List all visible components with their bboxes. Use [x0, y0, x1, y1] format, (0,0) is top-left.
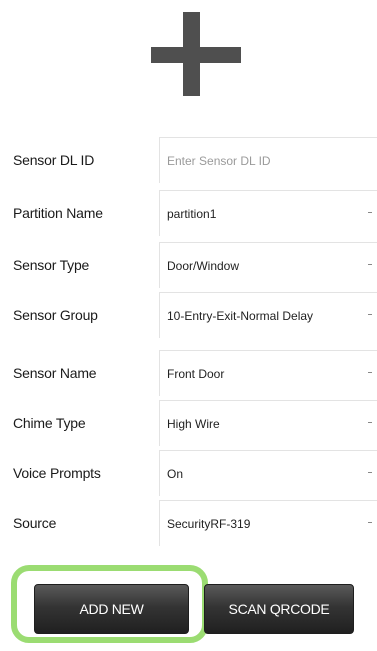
- sensor-dl-id-input[interactable]: Enter Sensor DL ID: [159, 137, 377, 183]
- sensor-dl-id-placeholder: Enter Sensor DL ID: [167, 154, 271, 168]
- source-value: SecurityRF-319: [167, 517, 251, 531]
- form-row-chime-type: Chime Type High Wire: [0, 400, 377, 446]
- sensor-type-select[interactable]: Door/Window: [159, 242, 377, 288]
- form-row-sensor-name: Sensor Name Front Door: [0, 350, 377, 396]
- form-row-partition-name: Partition Name partition1: [0, 190, 377, 236]
- chime-type-label: Chime Type: [13, 415, 86, 431]
- sensor-name-select[interactable]: Front Door: [159, 350, 377, 396]
- chevron-down-icon: [367, 470, 373, 476]
- add-new-button[interactable]: ADD NEW: [34, 584, 189, 634]
- voice-prompts-select[interactable]: On: [159, 450, 377, 496]
- voice-prompts-value: On: [167, 467, 184, 481]
- sensor-group-value: 10-Entry-Exit-Normal Delay: [167, 309, 314, 323]
- sensor-name-label: Sensor Name: [13, 365, 97, 381]
- sensor-type-label: Sensor Type: [13, 257, 90, 273]
- source-label: Source: [13, 515, 57, 531]
- voice-prompts-label: Voice Prompts: [13, 465, 101, 481]
- form-row-source: Source SecurityRF-319: [0, 500, 377, 546]
- chevron-down-icon: [367, 210, 373, 216]
- form-row-sensor-type: Sensor Type Door/Window: [0, 242, 377, 288]
- chevron-down-icon: [367, 370, 373, 376]
- chime-type-select[interactable]: High Wire: [159, 400, 377, 446]
- sensor-dl-id-label: Sensor DL ID: [13, 152, 95, 168]
- plus-icon-horizontal-bar: [151, 47, 241, 63]
- scan-qrcode-button[interactable]: SCAN QRCODE: [204, 584, 354, 634]
- sensor-group-select[interactable]: 10-Entry-Exit-Normal Delay: [159, 292, 377, 338]
- form-row-voice-prompts: Voice Prompts On: [0, 450, 377, 496]
- sensor-group-label: Sensor Group: [13, 307, 98, 323]
- sensor-name-value: Front Door: [167, 367, 225, 381]
- partition-name-value: partition1: [167, 207, 217, 221]
- sensor-type-value: Door/Window: [167, 259, 240, 273]
- chevron-down-icon: [367, 262, 373, 268]
- source-select[interactable]: SecurityRF-319: [159, 500, 377, 546]
- partition-name-label: Partition Name: [13, 205, 103, 221]
- chevron-down-icon: [367, 420, 373, 426]
- form-row-sensor-dl-id: Sensor DL ID Enter Sensor DL ID: [0, 137, 377, 183]
- form-row-sensor-group: Sensor Group 10-Entry-Exit-Normal Delay: [0, 292, 377, 338]
- partition-name-select[interactable]: partition1: [159, 190, 377, 236]
- chevron-down-icon: [367, 312, 373, 318]
- chime-type-value: High Wire: [167, 417, 220, 431]
- plus-icon[interactable]: [151, 12, 241, 96]
- chevron-down-icon: [367, 520, 373, 526]
